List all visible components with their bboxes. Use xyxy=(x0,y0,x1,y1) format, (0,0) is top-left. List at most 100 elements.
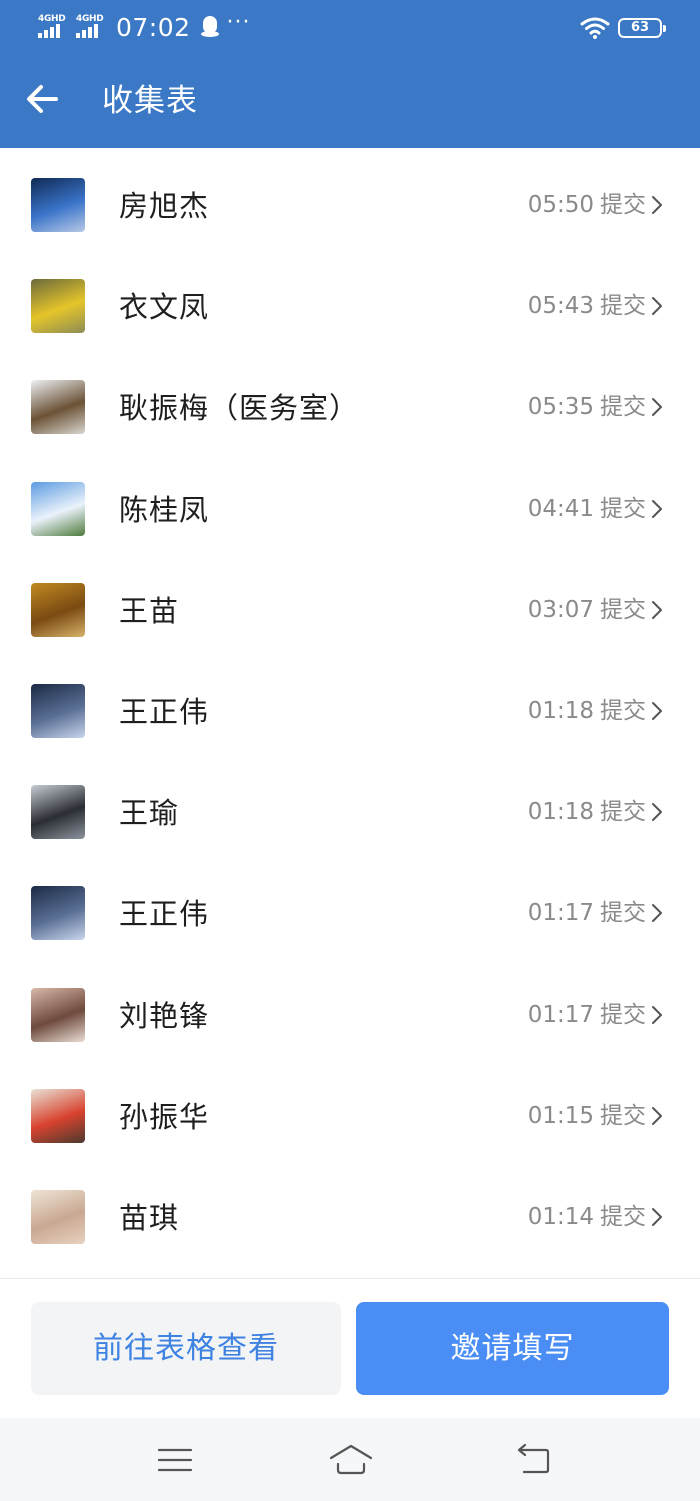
submission-row[interactable]: 王正伟 01:18 提交 xyxy=(0,654,700,755)
submission-row[interactable]: 衣文凤 05:43 提交 xyxy=(0,249,700,350)
clock: 07:02 xyxy=(116,12,191,42)
submission-meta: 01:17 提交 xyxy=(528,1000,664,1030)
submission-meta: 01:18 提交 xyxy=(528,696,664,726)
submission-meta: 01:17 提交 xyxy=(528,898,664,928)
chevron-right-icon xyxy=(652,803,662,822)
submission-row[interactable]: 王苗 03:07 提交 xyxy=(0,553,700,654)
submitter-name: 耿振梅（医务室） xyxy=(119,391,360,426)
submission-time: 01:17 xyxy=(527,1001,594,1028)
submission-status: 提交 xyxy=(600,1203,646,1230)
chevron-right-icon xyxy=(652,1207,662,1226)
submission-status: 提交 xyxy=(600,799,646,826)
submission-meta: 03:07 提交 xyxy=(528,595,664,625)
chevron-right-icon xyxy=(652,196,662,214)
status-right: 63 xyxy=(580,14,666,42)
submission-row[interactable]: 刘艳锋 01:17 提交 xyxy=(0,958,700,1059)
submission-status: 提交 xyxy=(600,596,646,623)
submitter-name: 衣文凤 xyxy=(119,290,210,325)
network-type-label: 4GHD xyxy=(38,14,66,24)
submitter-name: 刘艳锋 xyxy=(119,998,210,1033)
submission-status: 提交 xyxy=(600,394,646,421)
more-notifications-icon: ··· xyxy=(226,10,251,35)
menu-icon[interactable] xyxy=(155,1440,195,1480)
submission-meta: 05:43 提交 xyxy=(528,291,664,321)
submission-row[interactable]: 王瑜 01:18 提交 xyxy=(0,755,700,856)
submission-meta: 01:14 提交 xyxy=(528,1202,664,1232)
submission-meta: 05:35 提交 xyxy=(528,392,664,422)
submission-meta: 01:18 提交 xyxy=(528,797,664,827)
submission-time: 05:50 xyxy=(527,192,594,218)
back-arrow-icon[interactable] xyxy=(22,78,64,120)
avatar xyxy=(31,178,85,232)
chevron-right-icon xyxy=(652,600,662,619)
network-type-label: 4GHD xyxy=(76,14,104,24)
avatar xyxy=(31,886,85,941)
submission-status: 提交 xyxy=(600,1102,646,1129)
submission-row[interactable]: 陈桂凤 04:41 提交 xyxy=(0,452,700,553)
battery-level: 63 xyxy=(630,20,650,35)
submission-status: 提交 xyxy=(600,192,646,218)
submission-row[interactable]: 苗琪 01:14 提交 xyxy=(0,1160,700,1261)
chevron-right-icon xyxy=(652,904,662,923)
avatar xyxy=(31,481,85,536)
chevron-right-icon xyxy=(652,1005,662,1024)
submitter-name: 王正伟 xyxy=(119,694,210,729)
submitter-name: 陈桂凤 xyxy=(119,492,210,527)
submission-time: 01:18 xyxy=(527,799,594,826)
avatar xyxy=(31,279,85,334)
submission-time: 01:18 xyxy=(527,697,594,724)
submission-time: 01:17 xyxy=(527,900,594,927)
wifi-icon xyxy=(580,17,610,39)
submission-time: 05:35 xyxy=(527,394,594,421)
status-bar: 4GHD 4GHD 07:02 ··· 63 xyxy=(0,0,700,56)
submission-time: 05:43 xyxy=(527,293,594,320)
submission-row[interactable]: 孙振华 01:15 提交 xyxy=(0,1059,700,1160)
submitter-name: 苗琪 xyxy=(119,1200,180,1235)
home-icon[interactable] xyxy=(328,1440,374,1480)
signal-icon: 4GHD xyxy=(38,14,70,40)
submission-row[interactable]: 房旭杰 05:50 提交 xyxy=(0,148,700,249)
view-table-button[interactable]: 前往表格查看 xyxy=(31,1302,341,1395)
submission-meta: 04:41 提交 xyxy=(528,494,664,524)
submitter-name: 王瑜 xyxy=(119,796,180,831)
divider xyxy=(0,1278,700,1279)
avatar xyxy=(31,683,85,738)
submission-meta: 05:50 提交 xyxy=(528,190,664,220)
submission-row[interactable]: 耿振梅（医务室） 05:35 提交 xyxy=(0,350,700,451)
submitter-name: 孙振华 xyxy=(119,1099,210,1134)
system-nav-bar xyxy=(0,1418,700,1501)
chevron-right-icon xyxy=(652,1106,662,1125)
submission-time: 04:41 xyxy=(527,495,594,522)
submission-status: 提交 xyxy=(600,900,646,927)
avatar xyxy=(31,1088,85,1143)
submitter-name: 房旭杰 xyxy=(119,189,210,223)
qq-notification-icon xyxy=(200,16,219,38)
chevron-right-icon xyxy=(652,499,662,518)
avatar xyxy=(31,785,85,840)
page-title: 收集表 xyxy=(102,83,198,119)
avatar xyxy=(31,987,85,1042)
submission-status: 提交 xyxy=(600,293,646,320)
submitter-name: 王正伟 xyxy=(119,897,210,932)
avatar xyxy=(31,1189,85,1244)
submitter-name: 王苗 xyxy=(119,593,180,628)
status-left: 4GHD 4GHD 07:02 ··· xyxy=(38,12,251,42)
submission-status: 提交 xyxy=(600,1001,646,1028)
battery-icon: 63 xyxy=(618,18,666,38)
invite-fill-button[interactable]: 邀请填写 xyxy=(356,1302,669,1395)
submission-row[interactable]: 王正伟 01:17 提交 xyxy=(0,856,700,957)
chevron-right-icon xyxy=(652,701,662,720)
nav-bar: 收集表 xyxy=(0,56,700,148)
submission-time: 01:14 xyxy=(527,1203,594,1230)
chevron-right-icon xyxy=(652,398,662,417)
chevron-right-icon xyxy=(652,297,662,316)
back-icon[interactable] xyxy=(514,1440,554,1480)
app-header: 4GHD 4GHD 07:02 ··· 63 收集表 xyxy=(0,0,700,148)
submission-time: 01:15 xyxy=(527,1102,594,1129)
submission-list: 房旭杰 05:50 提交 衣文凤 05:43 提交 耿振梅（医务室） 05:35 提交 陈桂凤 04… xyxy=(0,148,700,1261)
signal-icon: 4GHD xyxy=(76,14,108,40)
submission-status: 提交 xyxy=(600,495,646,522)
avatar xyxy=(31,582,85,637)
submission-status: 提交 xyxy=(600,697,646,724)
submission-meta: 01:15 提交 xyxy=(528,1101,664,1131)
